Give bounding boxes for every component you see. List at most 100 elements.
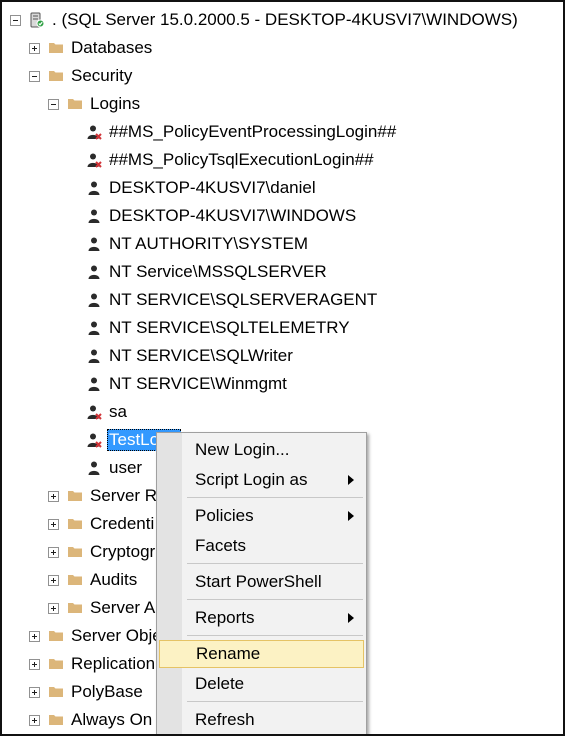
- login-user-icon: [88, 209, 100, 223]
- expand-toggle[interactable]: [48, 602, 59, 614]
- disabled-login-icon: [87, 125, 102, 140]
- expand-toggle[interactable]: [48, 518, 59, 530]
- login-item[interactable]: NT Service\MSSQLSERVER: [86, 258, 329, 286]
- login-user-icon: [88, 181, 100, 195]
- tree-node-server-objects[interactable]: Server Obje: [29, 622, 164, 650]
- menu-separator: [187, 599, 363, 600]
- tree-node-security[interactable]: Security: [29, 62, 134, 90]
- folder-icon: [49, 71, 63, 81]
- collapse-toggle[interactable]: [48, 98, 59, 110]
- folder-icon: [49, 715, 63, 725]
- menu-item-rename[interactable]: Rename: [159, 640, 364, 668]
- security-label: Security: [71, 66, 133, 85]
- menu-item-label: Policies: [195, 506, 254, 525]
- menu-item-start-powershell[interactable]: Start PowerShell: [159, 568, 364, 596]
- collapse-toggle[interactable]: [10, 14, 21, 26]
- login-label: NT SERVICE\SQLSERVERAGENT: [109, 290, 378, 309]
- submenu-arrow-icon: [348, 511, 354, 521]
- menu-item-policies[interactable]: Policies: [159, 502, 364, 530]
- folder-label: Replication: [71, 654, 156, 673]
- expand-toggle[interactable]: [29, 630, 40, 642]
- login-label: sa: [109, 402, 127, 421]
- login-item[interactable]: DESKTOP-4KUSVI7\WINDOWS: [86, 202, 358, 230]
- login-item[interactable]: ##MS_PolicyEventProcessingLogin##: [86, 118, 398, 146]
- folder-label: Server Au: [90, 598, 165, 617]
- folder-icon: [68, 603, 82, 613]
- menu-item-label: Refresh: [195, 710, 255, 729]
- login-label: ##MS_PolicyTsqlExecutionLogin##: [109, 150, 374, 169]
- menu-item-script-login-as[interactable]: Script Login as: [159, 466, 364, 494]
- menu-separator: [187, 635, 363, 636]
- menu-item-facets[interactable]: Facets: [159, 532, 364, 560]
- menu-item-label: Reports: [195, 608, 255, 627]
- login-item[interactable]: user: [86, 454, 144, 482]
- folder-label: Cryptogr: [90, 542, 156, 561]
- login-user-icon: [88, 265, 100, 279]
- tree-node-cryptographic[interactable]: Cryptogr: [48, 538, 157, 566]
- tree-node-server[interactable]: . (SQL Server 15.0.2000.5 - DESKTOP-4KUS…: [10, 6, 520, 34]
- tree-node-databases[interactable]: Databases: [29, 34, 154, 62]
- expand-toggle[interactable]: [48, 546, 59, 558]
- expand-toggle[interactable]: [48, 490, 59, 502]
- menu-item-new-login[interactable]: New Login...: [159, 436, 364, 464]
- tree-node-audits[interactable]: Audits: [48, 566, 139, 594]
- login-item[interactable]: NT SERVICE\SQLSERVERAGENT: [86, 286, 379, 314]
- login-label: NT AUTHORITY\SYSTEM: [109, 234, 308, 253]
- expand-toggle[interactable]: [29, 686, 40, 698]
- tree-node-server-audit-spec[interactable]: Server Au: [48, 594, 167, 622]
- login-label: user: [109, 458, 143, 477]
- menu-item-label: Script Login as: [195, 470, 308, 489]
- login-label: DESKTOP-4KUSVI7\WINDOWS: [109, 206, 357, 225]
- tree-node-always-on[interactable]: Always On: [29, 706, 154, 734]
- disabled-login-icon: [87, 433, 102, 448]
- folder-icon: [49, 631, 63, 641]
- login-item[interactable]: NT SERVICE\SQLTELEMETRY: [86, 314, 352, 342]
- menu-item-label: Facets: [195, 536, 247, 555]
- tree-node-credentials[interactable]: Credenti: [48, 510, 156, 538]
- expand-toggle[interactable]: [29, 42, 40, 54]
- folder-icon: [49, 43, 63, 53]
- login-item[interactable]: sa: [86, 398, 129, 426]
- tree-node-replication[interactable]: Replication: [29, 650, 157, 678]
- folder-icon: [49, 659, 63, 669]
- login-item[interactable]: DESKTOP-4KUSVI7\daniel: [86, 174, 318, 202]
- expand-toggle[interactable]: [48, 574, 59, 586]
- collapse-toggle[interactable]: [29, 70, 40, 82]
- menu-item-reports[interactable]: Reports: [159, 604, 364, 632]
- login-item[interactable]: NT AUTHORITY\SYSTEM: [86, 230, 310, 258]
- folder-icon: [68, 547, 82, 557]
- server-icon: [30, 12, 45, 28]
- tree-node-logins[interactable]: Logins: [48, 90, 142, 118]
- disabled-login-icon: [87, 405, 102, 420]
- login-item[interactable]: NT SERVICE\SQLWriter: [86, 342, 295, 370]
- menu-separator: [187, 563, 363, 564]
- login-user-icon: [88, 293, 100, 307]
- tree-node-polybase[interactable]: PolyBase: [29, 678, 145, 706]
- folder-icon: [68, 519, 82, 529]
- expand-toggle[interactable]: [29, 714, 40, 726]
- folder-label: Always On: [71, 710, 153, 729]
- menu-item-label: Rename: [196, 644, 261, 663]
- logins-label: Logins: [90, 94, 141, 113]
- login-user-icon: [88, 321, 100, 335]
- folder-icon: [68, 99, 82, 109]
- menu-separator: [187, 497, 363, 498]
- login-user-icon: [88, 377, 100, 391]
- login-user-icon: [88, 349, 100, 363]
- object-explorer-tree: . (SQL Server 15.0.2000.5 - DESKTOP-4KUS…: [0, 0, 565, 736]
- folder-label: PolyBase: [71, 682, 143, 701]
- submenu-arrow-icon: [348, 613, 354, 623]
- server-label: . (SQL Server 15.0.2000.5 - DESKTOP-4KUS…: [52, 10, 518, 29]
- menu-item-delete[interactable]: Delete: [159, 670, 364, 698]
- login-user-icon: [88, 461, 100, 475]
- login-label: DESKTOP-4KUSVI7\daniel: [109, 178, 316, 197]
- login-item[interactable]: NT SERVICE\Winmgmt: [86, 370, 289, 398]
- login-item[interactable]: ##MS_PolicyTsqlExecutionLogin##: [86, 146, 376, 174]
- tree-node-server-roles[interactable]: Server Ro: [48, 482, 169, 510]
- folder-icon: [68, 575, 82, 585]
- folder-label: Credenti: [90, 514, 155, 533]
- expand-toggle[interactable]: [29, 658, 40, 670]
- submenu-arrow-icon: [348, 475, 354, 485]
- menu-item-refresh[interactable]: Refresh: [159, 706, 364, 734]
- folder-label: Server Obje: [71, 626, 162, 645]
